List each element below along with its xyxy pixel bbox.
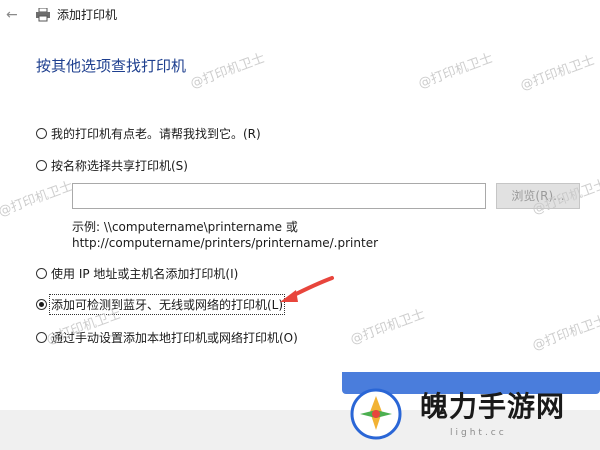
- window-title: 添加打印机: [57, 8, 118, 22]
- red-arrow-annotation: [280, 276, 334, 302]
- watermark-text: @打印机卫士: [416, 50, 495, 92]
- option-shared-by-name-label: 按名称选择共享打印机(S): [51, 158, 188, 173]
- radio-manual-local[interactable]: [36, 331, 47, 343]
- radio-bluetooth-wireless[interactable]: [36, 298, 47, 310]
- option-shared-by-name[interactable]: 按名称选择共享打印机(S): [36, 156, 188, 174]
- site-logo-watermark: 魄力手游网 light.cc: [330, 372, 600, 450]
- site-logo-url: light.cc: [450, 428, 507, 438]
- option-bluetooth-wireless[interactable]: 添加可检测到蓝牙、无线或网络的打印机(L): [36, 293, 286, 315]
- option-manual-local-label: 通过手动设置添加本地打印机或网络打印机(O): [51, 330, 298, 345]
- page-heading: 按其他选项查找打印机: [36, 57, 187, 75]
- browse-button[interactable]: 浏览(R)...: [496, 183, 580, 209]
- option-old-printer-label: 我的打印机有点老。请帮我找到它。(R): [51, 126, 261, 141]
- option-ip-address-label: 使用 IP 地址或主机名添加打印机(I): [51, 266, 239, 281]
- example-line-1: 示例: \\computername\printername 或: [72, 220, 298, 234]
- printer-icon: [36, 8, 50, 22]
- radio-old-printer[interactable]: [36, 127, 47, 139]
- site-logo-text: 魄力手游网: [420, 390, 566, 423]
- option-bluetooth-wireless-label: 添加可检测到蓝牙、无线或网络的打印机(L): [48, 293, 286, 315]
- watermark-text: @打印机卫士: [188, 50, 267, 92]
- option-manual-local[interactable]: 通过手动设置添加本地打印机或网络打印机(O): [36, 328, 298, 346]
- option-old-printer[interactable]: 我的打印机有点老。请帮我找到它。(R): [36, 124, 261, 142]
- title-bar: ← 添加打印机: [0, 0, 600, 32]
- option-ip-address[interactable]: 使用 IP 地址或主机名添加打印机(I): [36, 264, 238, 282]
- site-logo-icon: [350, 388, 402, 440]
- shared-printer-name-input[interactable]: [72, 183, 486, 209]
- watermark-text: @打印机卫士: [348, 306, 427, 348]
- watermark-text: @打印机卫士: [530, 312, 600, 354]
- example-line-2: http://computername/printers/printername…: [72, 236, 379, 250]
- radio-ip-address[interactable]: [36, 267, 47, 279]
- radio-shared-by-name[interactable]: [36, 159, 47, 171]
- back-arrow-icon[interactable]: ←: [6, 7, 22, 23]
- watermark-text: @打印机卫士: [518, 52, 597, 94]
- watermark-text: @打印机卫士: [0, 178, 75, 220]
